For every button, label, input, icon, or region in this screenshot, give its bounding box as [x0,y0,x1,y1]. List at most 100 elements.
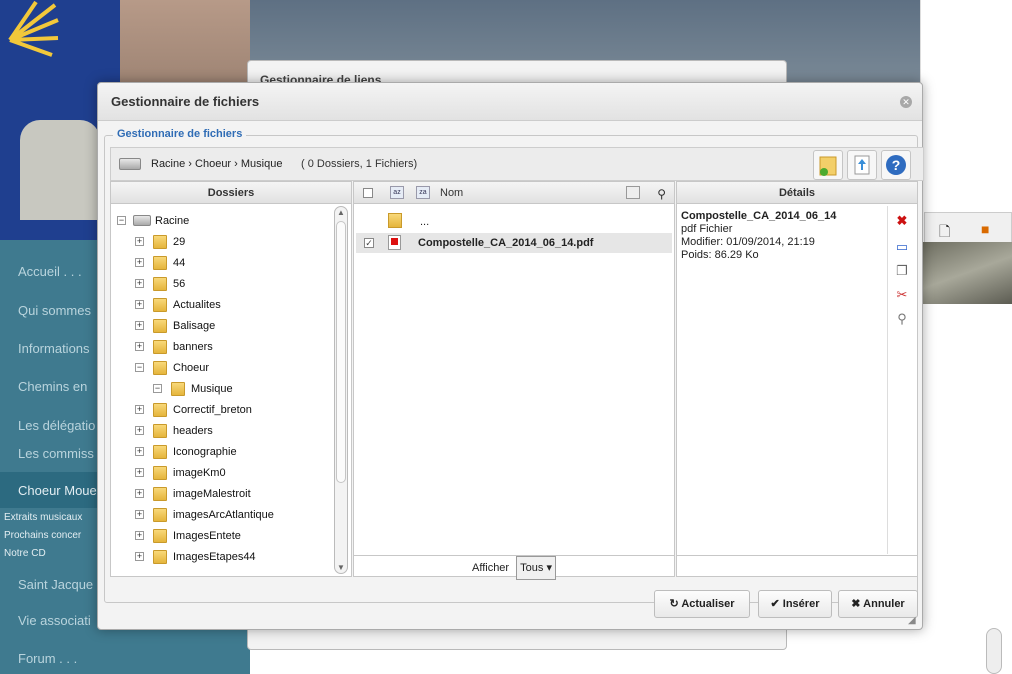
folders-panel: Dossiers − Racine +29 +44 +56 + Actualites + B… [110,181,352,577]
folder-icon [153,340,167,354]
cancel-button[interactable]: ✖ Annuler [838,590,918,618]
nav-subitem[interactable]: Notre CD [4,548,46,559]
folders-footer [110,555,352,577]
nav-item[interactable]: Forum . . . [18,651,118,666]
folder-icon [153,277,167,291]
scroll-thumb[interactable] [336,221,346,483]
folder-icon [153,256,167,270]
details-size: Poids: 86.29 Ko [681,249,759,261]
folder-icon [153,466,167,480]
collapse-icon[interactable]: − [153,384,162,393]
dialog-titlebar[interactable]: Gestionnaire de fichiers ✕ [98,83,922,121]
tree-label: 56 [173,278,186,290]
sort-az-icon[interactable]: az [390,186,404,199]
expand-icon[interactable]: + [135,237,144,246]
copy-icon[interactable]: ❐ [893,262,911,280]
tree-label: Musique [191,383,233,395]
rename-icon[interactable]: ▭ [893,238,911,256]
tree-label: ImagesEntete [173,530,241,542]
expand-icon[interactable]: + [135,468,144,477]
upload-icon [854,155,870,175]
expand-icon[interactable]: + [135,279,144,288]
scallop-shell-icon [8,0,59,57]
details-actions: ✖ ▭ ❐ ✂ ⚲ [887,206,915,554]
nav-subitem[interactable]: Prochains concer [4,530,81,541]
cut-icon[interactable]: ✂ [893,286,911,304]
folder-icon [153,445,167,459]
open-folder-icon [153,361,167,375]
tree-label: Racine [155,215,190,227]
show-select-value: Tous [520,562,544,574]
folder-icon [153,319,167,333]
folder-icon [153,529,167,543]
expand-icon[interactable]: + [135,300,144,309]
file-row[interactable]: ✓ Compostelle_CA_2014_06_14.pdf [356,233,672,253]
name-column-header[interactable]: Nom [440,182,463,204]
fieldset-legend: Gestionnaire de fichiers [113,128,247,140]
file-name: Compostelle_CA_2014_06_14.pdf [418,237,594,249]
parent-folder-row[interactable]: ... [356,212,672,232]
select-all-checkbox[interactable] [363,188,373,198]
refresh-button[interactable]: ↻ Actualiser [654,590,750,618]
new-folder-button[interactable] [813,150,843,180]
tree-label: banners [173,341,213,353]
expand-icon[interactable]: + [135,405,144,414]
tree-label: Actualites [173,299,221,311]
mini-toolbar: 🗋 ■ [924,212,1012,246]
delete-icon[interactable]: ✖ [893,212,911,230]
resize-grip-icon[interactable]: ◢ [908,615,920,627]
folders-scrollbar[interactable]: ▲ ▼ [334,206,348,574]
tree-label: headers [173,425,213,437]
help-icon: ? [886,155,906,175]
details-modified: Modifier: 01/09/2014, 21:19 [681,236,815,248]
page-scrollbar[interactable] [986,628,1002,674]
collapse-icon[interactable]: − [117,216,126,225]
search-icon[interactable]: ⚲ [657,183,666,205]
tree-label: imagesArcAtlantique [173,509,274,521]
preview-icon[interactable]: ⚲ [893,310,911,328]
expand-icon[interactable]: + [135,321,144,330]
scroll-up-icon[interactable]: ▲ [337,208,345,217]
files-header: az za Nom ⚲ [354,182,674,204]
folder-icon [153,235,167,249]
expand-icon[interactable]: + [135,447,144,456]
expand-icon[interactable]: + [135,489,144,498]
tree-label: imageKm0 [173,467,226,479]
folder-icon [153,298,167,312]
expand-icon[interactable]: + [135,258,144,267]
help-button[interactable]: ? [881,150,911,180]
details-footer [676,555,918,577]
nav-subitem[interactable]: Extraits musicaux [4,512,82,523]
expand-icon[interactable]: + [135,531,144,540]
tree-label: Correctif_breton [173,404,252,416]
open-folder-icon [171,382,185,396]
expand-icon[interactable]: + [135,342,144,351]
grass-photo [920,242,1012,304]
parent-label: ... [420,216,430,228]
tree-label: imageMalestroit [173,488,251,500]
folders-header: Dossiers [111,182,351,204]
drive-icon [133,215,151,226]
details-name: Compostelle_CA_2014_06_14 [681,210,837,222]
view-toggle-icon[interactable] [626,186,640,199]
expand-icon[interactable]: + [135,510,144,519]
sort-za-icon[interactable]: za [416,186,430,199]
collapse-icon[interactable]: − [135,363,144,372]
checkmark-icon: ✔ [770,598,780,610]
cancel-label: Annuler [863,598,905,610]
folder-icon [153,403,167,417]
breadcrumb[interactable]: Racine › Choeur › Musique [151,158,282,170]
path-bar: Racine › Choeur › Musique ( 0 Dossiers, … [110,147,924,181]
upload-button[interactable] [847,150,877,180]
show-label: Afficher [472,562,510,574]
folder-icon [153,508,167,522]
folder-icon [153,424,167,438]
files-panel: az za Nom ⚲ ... ✓ Compostelle_CA_2014_06… [353,181,675,577]
file-checkbox[interactable]: ✓ [364,238,374,248]
file-details: Compostelle_CA_2014_06_14 pdf Fichier Mo… [681,210,836,262]
show-select[interactable]: Tous ▾ [516,556,556,580]
insert-button[interactable]: ✔ Insérer [758,590,832,618]
folder-icon[interactable]: ■ [981,221,989,237]
expand-icon[interactable]: + [135,426,144,435]
close-icon[interactable]: ✕ [900,96,912,108]
